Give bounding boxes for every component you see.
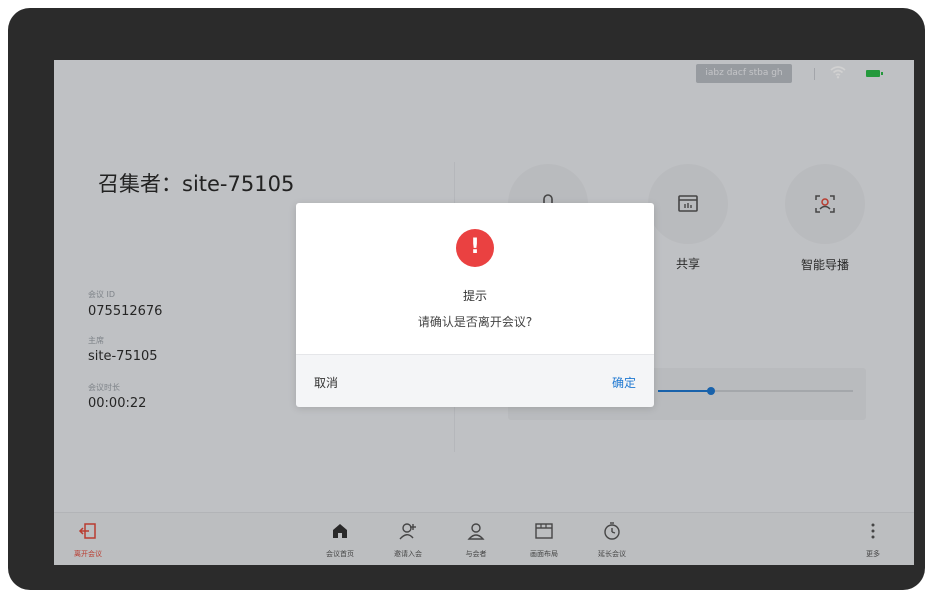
extend-meeting-tab[interactable]: 延长会议 (584, 517, 640, 563)
home-icon (333, 524, 347, 538)
chair-value: site-75105 (88, 349, 158, 364)
more-label: 更多 (866, 550, 880, 558)
invite-label: 邀请入会 (394, 550, 422, 558)
extend-meeting-label: 延长会议 (598, 550, 626, 558)
layout-icon (535, 523, 553, 539)
duration-label: 会议时长 (88, 383, 120, 392)
share-label: 共享 (675, 257, 700, 271)
participants-label: 与会者 (465, 550, 487, 558)
convener-title: 召集者：site-75105 (98, 172, 295, 196)
meeting-id-value: 075512676 (88, 304, 163, 319)
confirm-button[interactable]: 确定 (612, 374, 636, 391)
meeting-home-label: 会议首页 (326, 550, 354, 558)
duration-value: 00:00:22 (88, 396, 147, 411)
face-frame-icon (815, 195, 835, 213)
wifi-icon (830, 66, 846, 79)
cancel-button[interactable]: 取消 (314, 374, 338, 391)
more-tab[interactable]: 更多 (845, 517, 901, 563)
smart-director-button[interactable] (785, 164, 865, 244)
warning-icon: ! (456, 229, 494, 267)
layout-label: 画面布局 (530, 550, 558, 558)
exit-icon (78, 523, 96, 539)
dialog-title: 提示 (462, 289, 487, 303)
invite-user-icon (399, 523, 416, 540)
status-divider (814, 68, 815, 80)
dialog-message: 请确认是否离开会议? (417, 315, 533, 329)
smart-director-label: 智能导播 (800, 258, 849, 272)
participants-icon (467, 523, 485, 540)
leave-meeting-label: 离开会议 (74, 550, 102, 558)
timer-icon (604, 522, 620, 540)
leave-meeting-tab[interactable]: 离开会议 (60, 517, 116, 563)
participants-tab[interactable]: 与会者 (448, 517, 504, 563)
chair-label: 主席 (88, 336, 104, 345)
status-bar: iabz dacf stba gh (54, 60, 914, 88)
volume-knob[interactable] (707, 387, 715, 395)
invite-tab[interactable]: 邀请入会 (380, 517, 436, 563)
bottom-toolbar: 离开会议 会议首页 邀请入会 与会者 画面布局 延长会议 更多 (54, 512, 914, 565)
more-icon (871, 523, 875, 539)
meeting-id-label: 会议 ID (88, 290, 116, 299)
volume-fill (658, 390, 711, 392)
layout-tab[interactable]: 画面布局 (516, 517, 572, 563)
battery-icon (866, 70, 883, 77)
share-screen-icon (678, 195, 698, 212)
volume-slider[interactable] (658, 387, 853, 395)
network-label: iabz dacf stba gh (696, 64, 792, 83)
meeting-home-tab[interactable]: 会议首页 (312, 517, 368, 563)
dialog-footer: 取消 确定 (296, 354, 654, 407)
leave-confirm-dialog: ! 提示 请确认是否离开会议? 取消 确定 (296, 203, 654, 407)
share-button[interactable] (648, 164, 728, 244)
